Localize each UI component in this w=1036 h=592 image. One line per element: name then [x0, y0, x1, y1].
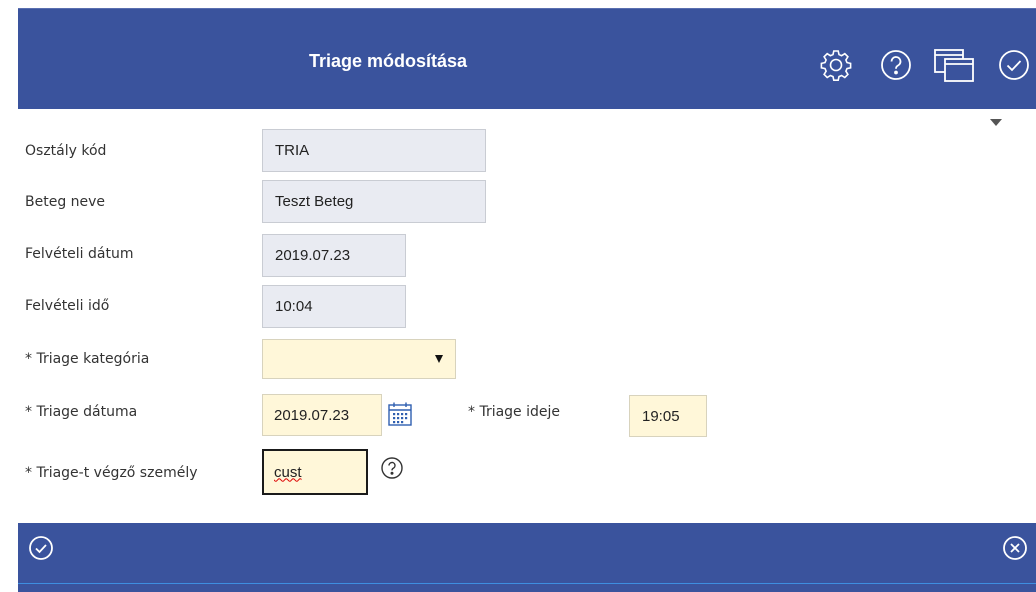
triage-person-label: * Triage-t végző személy	[25, 465, 198, 481]
triage-time-input[interactable]: 19:05	[629, 395, 707, 437]
cancel-icon[interactable]	[1002, 535, 1028, 561]
department-code-value: TRIA	[275, 142, 310, 159]
patient-name-value: Teszt Beteg	[275, 193, 354, 210]
windows-icon[interactable]	[933, 47, 975, 83]
admission-date-value: 2019.07.23	[275, 247, 351, 264]
gear-icon[interactable]	[818, 47, 854, 83]
confirm-icon[interactable]	[28, 535, 54, 561]
department-code-field: TRIA	[262, 129, 486, 172]
help-icon[interactable]	[380, 456, 404, 480]
triage-date-label: * Triage dátuma	[25, 404, 138, 420]
triage-time-value: 19:05	[642, 407, 680, 425]
help-icon[interactable]	[878, 47, 914, 83]
patient-name-label: Beteg neve	[25, 194, 106, 210]
confirm-icon[interactable]	[996, 47, 1032, 83]
triage-date-value: 2019.07.23	[274, 406, 350, 424]
admission-time-value: 10:04	[275, 298, 313, 315]
dialog-title: Triage módosítása	[308, 51, 468, 71]
footer-divider	[18, 583, 1036, 584]
admission-time-label: Felvételi idő	[25, 298, 110, 314]
dropdown-arrow-icon	[435, 355, 443, 363]
patient-name-field: Teszt Beteg	[262, 180, 486, 223]
triage-date-input[interactable]: 2019.07.23	[262, 394, 382, 436]
action-bar	[18, 523, 1036, 592]
admission-date-field: 2019.07.23	[262, 234, 406, 277]
triage-person-value: cust	[274, 463, 302, 481]
department-code-label: Osztály kód	[25, 143, 107, 159]
triage-category-select[interactable]	[262, 339, 456, 379]
calendar-icon[interactable]	[387, 401, 413, 427]
collapse-arrow-icon[interactable]	[990, 119, 1002, 126]
triage-category-label: * Triage kategória	[25, 351, 150, 367]
admission-time-field: 10:04	[262, 285, 406, 328]
triage-person-input[interactable]: cust	[262, 449, 368, 495]
admission-date-label: Felvételi dátum	[25, 246, 134, 262]
title-bar: Triage módosítása	[18, 8, 1036, 109]
triage-time-label: * Triage ideje	[468, 404, 561, 420]
